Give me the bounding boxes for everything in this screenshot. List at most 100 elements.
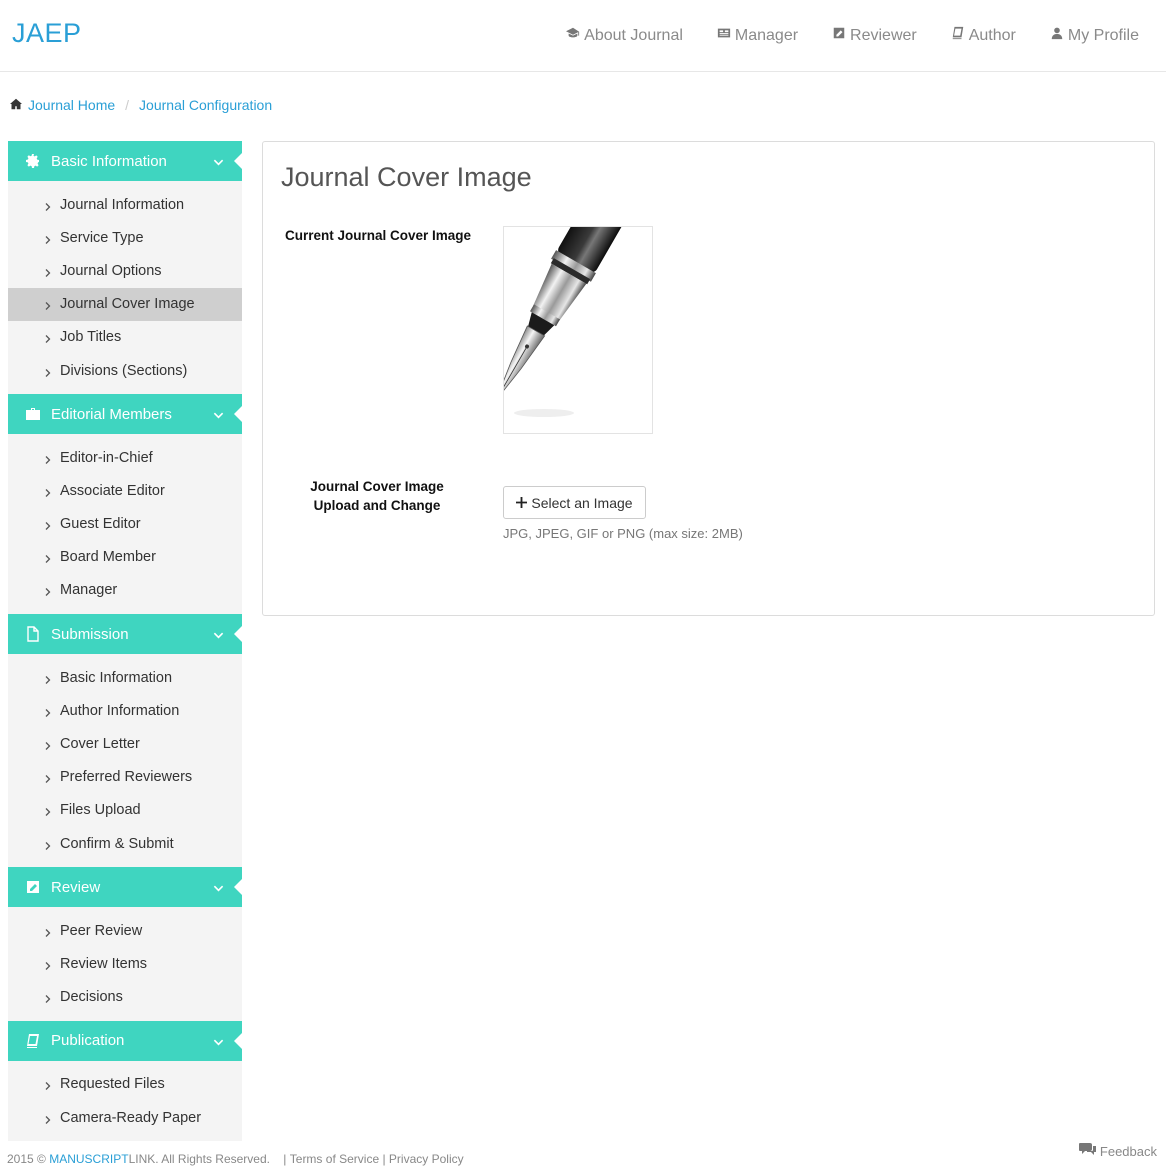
comments-icon	[1078, 1142, 1097, 1160]
sidebar-item-label: Confirm & Submit	[60, 835, 174, 852]
sidebar-item-label: Journal Information	[60, 196, 185, 213]
top-navbar: JAEP About Journal Manager Reviewer Auth…	[0, 0, 1166, 72]
select-image-label: Select an Image	[531, 494, 633, 511]
sidebar-item-label: Files Upload	[60, 802, 141, 819]
nav-label: Reviewer	[850, 26, 917, 44]
sidebar-item-label: Guest Editor	[60, 516, 141, 533]
chevron-right-icon	[44, 673, 52, 684]
sidebar-item-job-titles[interactable]: Job Titles	[8, 321, 242, 354]
sidebar-item-label: Board Member	[60, 549, 156, 566]
terms-of-service-link[interactable]: Terms of Service	[290, 1152, 379, 1166]
nav-about-journal[interactable]: About Journal	[549, 0, 700, 71]
sidebar-item-guest-editor[interactable]: Guest Editor	[8, 508, 242, 541]
chevron-right-icon	[44, 299, 52, 311]
sidebar-item-label: Peer Review	[60, 922, 143, 939]
nav-my-profile[interactable]: My Profile	[1033, 0, 1156, 71]
footer-brand-manuscript[interactable]: MANUSCRIPT	[49, 1152, 128, 1166]
sidebar-item-label: Divisions (Sections)	[60, 362, 188, 379]
nav-reviewer[interactable]: Reviewer	[815, 0, 934, 71]
sidebar-item-divisions[interactable]: Divisions (Sections)	[8, 354, 242, 387]
sidebar-item-review-items[interactable]: Review Items	[8, 947, 242, 980]
nav-label: Manager	[734, 26, 799, 44]
footer-brand-link[interactable]: LINK	[129, 1152, 156, 1166]
sidebar-item-requested-files[interactable]: Requested Files	[8, 1068, 242, 1101]
chevron-right-icon	[44, 772, 52, 784]
sidebar-section-header[interactable]: Basic Information	[8, 141, 242, 181]
chevron-right-icon	[44, 1079, 52, 1091]
edit-icon	[832, 26, 846, 45]
sidebar-item-confirm-submit[interactable]: Confirm & Submit	[8, 827, 242, 860]
sidebar-section-title: Publication	[51, 1032, 125, 1050]
sidebar-section-review: Review Peer Review Review Items Decision…	[8, 867, 242, 1021]
sidebar-section-items: Requested Files Camera-Ready Paper	[8, 1060, 242, 1142]
sidebar-item-service-type[interactable]: Service Type	[8, 221, 242, 254]
chevron-right-icon	[44, 1113, 52, 1124]
sidebar-item-journal-options[interactable]: Journal Options	[8, 254, 242, 287]
chevron-right-icon	[44, 200, 52, 211]
sidebar-section-title: Review	[51, 878, 101, 896]
plus-icon	[516, 495, 528, 511]
sidebar-item-board-member[interactable]: Board Member	[8, 541, 242, 574]
select-image-button[interactable]: Select an Image	[503, 486, 646, 519]
upload-label: Journal Cover Image Upload and Change	[295, 477, 459, 515]
home-icon	[10, 97, 22, 113]
book-icon	[951, 26, 965, 45]
sidebar-item-label: Camera-Ready Paper	[60, 1109, 202, 1126]
sidebar-item-camera-ready-paper[interactable]: Camera-Ready Paper	[8, 1101, 242, 1134]
nav-manager[interactable]: Manager	[700, 0, 815, 71]
nav-label: My Profile	[1067, 26, 1139, 44]
breadcrumb-journal-home[interactable]: Journal Home	[28, 97, 115, 113]
chevron-down-icon	[213, 1035, 224, 1046]
sidebar-item-manager[interactable]: Manager	[8, 574, 242, 607]
sidebar-section-title: Editorial Members	[51, 405, 172, 423]
sidebar-section-publication: Publication Requested Files Camera-Ready…	[8, 1020, 242, 1142]
gear-icon	[25, 153, 41, 169]
footer: 2015 © MANUSCRIPT LINK. All Rights Reserv…	[7, 1152, 464, 1166]
cover-image-panel: Journal Cover Image Current Journal Cove…	[262, 141, 1155, 616]
graduation-cap-icon	[566, 26, 580, 45]
chevron-right-icon	[44, 366, 52, 377]
sidebar-item-decisions[interactable]: Decisions	[8, 981, 242, 1014]
sidebar-item-editor-in-chief[interactable]: Editor-in-Chief	[8, 441, 242, 474]
feedback-button[interactable]: Feedback	[1078, 1142, 1157, 1160]
sidebar-section-header[interactable]: Review	[8, 867, 242, 908]
sidebar-item-journal-information[interactable]: Journal Information	[8, 188, 242, 221]
sidebar-item-journal-cover-image[interactable]: Journal Cover Image	[8, 287, 242, 321]
breadcrumb-journal-configuration[interactable]: Journal Configuration	[139, 97, 272, 113]
brand-logo[interactable]: JAEP	[12, 18, 82, 49]
chevron-right-icon	[44, 332, 52, 344]
file-icon	[25, 626, 41, 642]
chevron-right-icon	[44, 959, 52, 970]
briefcase-icon	[25, 406, 41, 422]
sidebar-item-author-information[interactable]: Author Information	[8, 694, 242, 727]
chevron-right-icon	[44, 266, 52, 277]
sidebar-item-label: Review Items	[60, 955, 148, 972]
chevron-right-icon	[44, 805, 52, 817]
chevron-right-icon	[44, 453, 52, 464]
sidebar-item-associate-editor[interactable]: Associate Editor	[8, 474, 242, 507]
sidebar-item-label: Preferred Reviewers	[60, 769, 193, 786]
sidebar-section-header[interactable]: Submission	[8, 614, 242, 655]
sidebar-item-preferred-reviewers[interactable]: Preferred Reviewers	[8, 761, 242, 794]
chevron-right-icon	[44, 926, 52, 937]
nav-author[interactable]: Author	[934, 0, 1033, 71]
chevron-right-icon	[44, 552, 52, 564]
sidebar-item-cover-letter[interactable]: Cover Letter	[8, 727, 242, 760]
chevron-right-icon	[44, 519, 52, 531]
sidebar-item-label: Associate Editor	[60, 482, 165, 499]
sidebar-item-label: Journal Cover Image	[60, 296, 195, 313]
privacy-policy-link[interactable]: Privacy Policy	[389, 1152, 464, 1166]
chevron-down-icon	[213, 408, 224, 419]
chevron-right-icon	[44, 739, 52, 750]
main-nav: About Journal Manager Reviewer Author My…	[549, 0, 1156, 71]
sidebar-item-peer-review[interactable]: Peer Review	[8, 914, 242, 947]
sidebar-section-header[interactable]: Editorial Members	[8, 394, 242, 435]
sidebar-section-title: Submission	[51, 625, 129, 643]
upload-label-line2: Upload and Change	[313, 498, 441, 513]
sidebar-item-files-upload[interactable]: Files Upload	[8, 794, 242, 827]
nav-label: About Journal	[584, 26, 683, 44]
sidebar-item-basic-information[interactable]: Basic Information	[8, 661, 242, 694]
sidebar-item-label: Requested Files	[60, 1076, 165, 1093]
sidebar-section-header[interactable]: Publication	[8, 1020, 242, 1061]
chevron-right-icon	[44, 585, 52, 597]
